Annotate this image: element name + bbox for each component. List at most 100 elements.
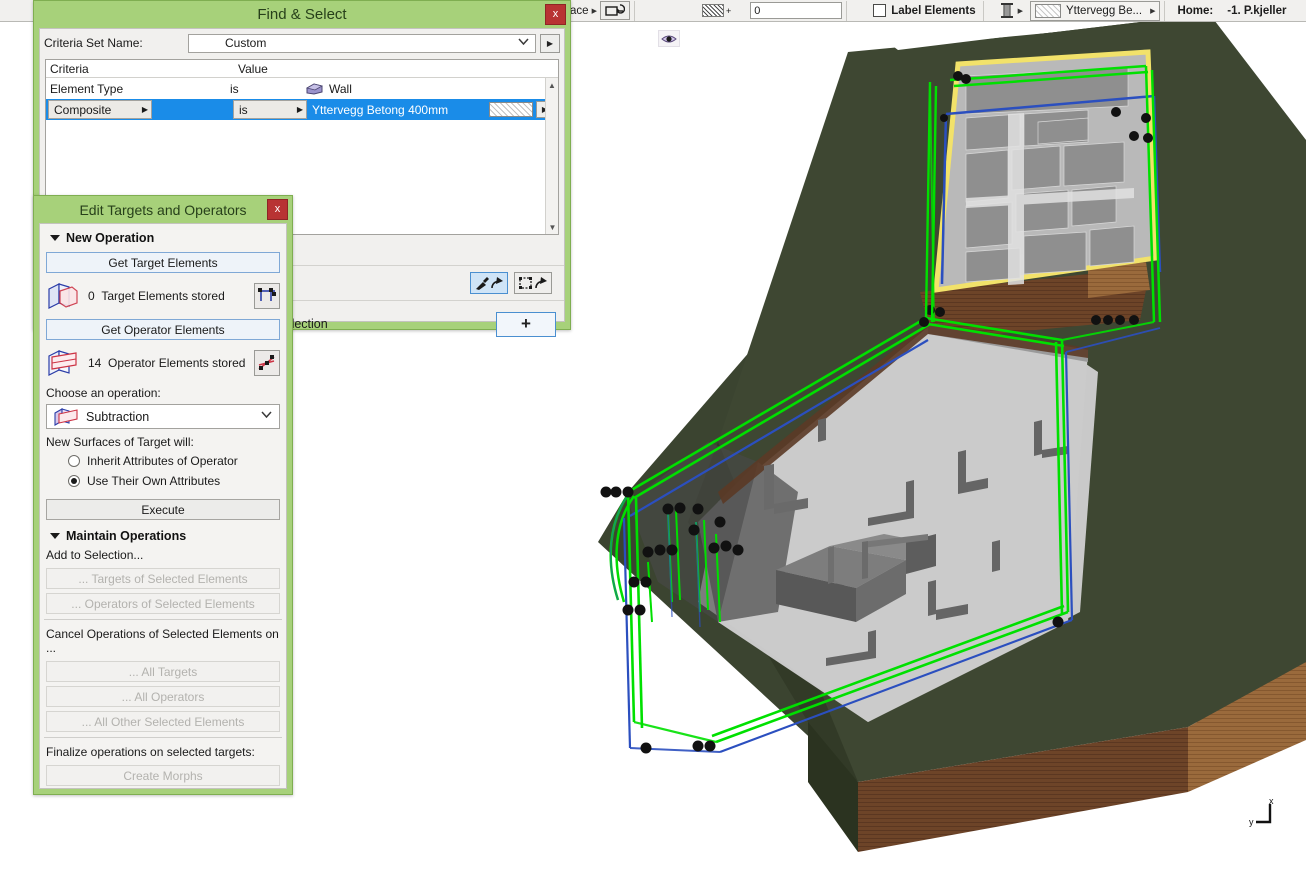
find-select-close-button[interactable]: x xyxy=(545,4,566,25)
marquee-pick-button[interactable] xyxy=(514,272,552,294)
radio-inherit-attributes[interactable]: Inherit Attributes of Operator xyxy=(44,451,282,471)
operator-combo-arrow: ▶ xyxy=(296,105,303,114)
select-operators-button[interactable] xyxy=(254,350,280,376)
criteria-set-select[interactable]: Custom xyxy=(188,33,536,53)
operator-solid-icon xyxy=(48,350,77,376)
radio-inherit-circle[interactable] xyxy=(68,455,80,467)
create-morphs-button[interactable]: Create Morphs xyxy=(46,765,280,786)
fill-plus-icon: + xyxy=(725,5,732,16)
rotate-face-button[interactable] xyxy=(599,1,630,20)
radio-inherit-label: Inherit Attributes of Operator xyxy=(87,454,238,468)
radio-own-circle[interactable] xyxy=(68,475,80,487)
edit-targets-title: Edit Targets and Operators xyxy=(79,201,247,218)
scroll-down-arrow[interactable]: ▼ xyxy=(546,220,559,234)
material-name: Yttervegg Be... xyxy=(1066,4,1143,17)
row-value: Wall xyxy=(329,81,352,96)
collapse-triangle-icon[interactable] xyxy=(50,235,60,241)
3d-viewport[interactable]: x y xyxy=(568,22,1306,882)
label-elements-group[interactable]: Label Elements xyxy=(867,0,978,22)
new-operation-label: New Operation xyxy=(66,231,155,245)
criteria-set-row: Criteria Set Name: Custom ▶ xyxy=(40,29,564,57)
criteria-combo[interactable]: Composite ▶ xyxy=(48,100,152,119)
col-criteria: Criteria xyxy=(50,62,89,76)
criteria-set-value: Custom xyxy=(225,36,267,50)
add-to-selection-button[interactable]: + xyxy=(496,311,556,337)
chevron-down-icon xyxy=(518,37,529,45)
select-operators-icon xyxy=(258,355,275,370)
find-select-title: Find & Select xyxy=(257,6,347,23)
operator-combo-value: is xyxy=(239,102,248,117)
column-tool-group[interactable]: ▶ xyxy=(996,0,1026,22)
maintain-operations-label: Maintain Operations xyxy=(66,529,187,543)
choose-operation-label: Choose an operation: xyxy=(46,386,161,400)
criteria-combo-arrow: ▶ xyxy=(141,105,148,114)
material-swatch-icon xyxy=(1035,3,1061,18)
find-select-titlebar[interactable]: Find & Select x xyxy=(34,1,570,28)
edit-targets-close-button[interactable]: x xyxy=(267,199,288,220)
eyedropper-pick-icon xyxy=(476,277,503,290)
axis-y-label: y xyxy=(1249,817,1254,827)
edit-targets-titlebar[interactable]: Edit Targets and Operators x xyxy=(34,196,292,223)
get-target-elements-button[interactable]: Get Target Elements xyxy=(46,252,280,273)
subtraction-icon xyxy=(54,407,78,426)
all-other-selected-button[interactable]: ... All Other Selected Elements xyxy=(46,711,280,732)
cancel-operations-label: Cancel Operations of Selected Elements o… xyxy=(46,627,279,655)
target-count: 0 xyxy=(88,289,95,303)
home-story-value: -1. P.kjeller xyxy=(1227,4,1287,17)
pen-group[interactable]: + xyxy=(699,0,843,22)
home-label: Home: xyxy=(1177,4,1214,17)
all-targets-button[interactable]: ... All Targets xyxy=(46,661,280,682)
targets-of-selected-button[interactable]: ... Targets of Selected Elements xyxy=(46,568,280,589)
collapse-triangle-icon[interactable] xyxy=(50,533,60,539)
operator-count: 14 xyxy=(88,356,102,370)
home-story-indicator[interactable]: Home: -1. P.kjeller xyxy=(1169,5,1294,17)
target-elements-stored-row: 0 Target Elements stored xyxy=(44,277,282,315)
composite-swatch-icon[interactable] xyxy=(489,102,533,117)
new-operation-section-header[interactable]: New Operation xyxy=(44,228,282,248)
label-elements-label: Label Elements xyxy=(891,4,976,17)
row-value: Yttervegg Betong 400mm xyxy=(312,102,449,117)
material-selector-button[interactable]: Yttervegg Be... ▶ xyxy=(1030,0,1161,21)
hatch-fill-icon[interactable] xyxy=(701,4,724,17)
scroll-up-arrow[interactable]: ▲ xyxy=(546,78,558,92)
column-icon[interactable] xyxy=(999,2,1015,20)
operation-select[interactable]: Subtraction xyxy=(46,404,280,429)
table-row[interactable]: Element Type is Wall xyxy=(46,78,558,99)
criteria-table-header: Criteria Value xyxy=(46,60,558,78)
select-targets-button[interactable] xyxy=(254,283,280,309)
radio-own-attributes[interactable]: Use Their Own Attributes xyxy=(44,471,282,491)
all-operators-button[interactable]: ... All Operators xyxy=(46,686,280,707)
axis-x-label: x xyxy=(1269,798,1274,806)
chevron-down-icon xyxy=(261,411,272,419)
label-elements-checkbox[interactable] xyxy=(873,4,887,17)
add-to-selection-label: Add to Selection... xyxy=(46,548,144,562)
operator-elements-stored-row: 14 Operator Elements stored xyxy=(44,344,282,382)
criteria-table-scrollbar[interactable]: ▲ ▼ xyxy=(545,78,558,234)
rotate-face-icon xyxy=(605,4,625,16)
execute-button[interactable]: Execute xyxy=(46,499,280,520)
popup-arrow-icon: ▶ xyxy=(546,38,554,48)
operation-value: Subtraction xyxy=(86,409,150,424)
column-dropdown-arrow[interactable]: ▶ xyxy=(1018,7,1023,15)
get-operator-elements-button[interactable]: Get Operator Elements xyxy=(46,319,280,340)
material-dropdown-arrow[interactable]: ▶ xyxy=(1150,7,1155,15)
operators-of-selected-button[interactable]: ... Operators of Selected Elements xyxy=(46,593,280,614)
marquee-pick-icon xyxy=(519,277,547,289)
wall-element-icon xyxy=(306,82,323,95)
table-row[interactable]: Composite ▶ is ▶ Yttervegg Betong 400mm xyxy=(46,99,558,120)
criteria-combo-value: Composite xyxy=(54,102,112,117)
pen-value-input[interactable] xyxy=(750,2,843,19)
axis-indicator: x y xyxy=(1248,798,1288,834)
col-value: Value xyxy=(238,62,268,76)
criteria-set-label: Criteria Set Name: xyxy=(44,36,143,50)
operator-stored-label: Operator Elements stored xyxy=(108,356,246,370)
eyedropper-pick-button[interactable] xyxy=(470,272,508,294)
maintain-operations-section-header[interactable]: Maintain Operations xyxy=(44,526,282,546)
criteria-set-popup-button[interactable]: ▶ xyxy=(540,33,560,53)
radio-own-label: Use Their Own Attributes xyxy=(87,474,221,488)
face-dropdown-arrow[interactable]: ▶ xyxy=(592,7,597,15)
eye-visibility-icon[interactable] xyxy=(658,30,680,47)
edit-targets-operators-palette[interactable]: Edit Targets and Operators x New Operati… xyxy=(33,195,293,795)
operator-combo[interactable]: is ▶ xyxy=(233,100,307,119)
target-stored-label: Target Elements stored xyxy=(101,289,225,303)
